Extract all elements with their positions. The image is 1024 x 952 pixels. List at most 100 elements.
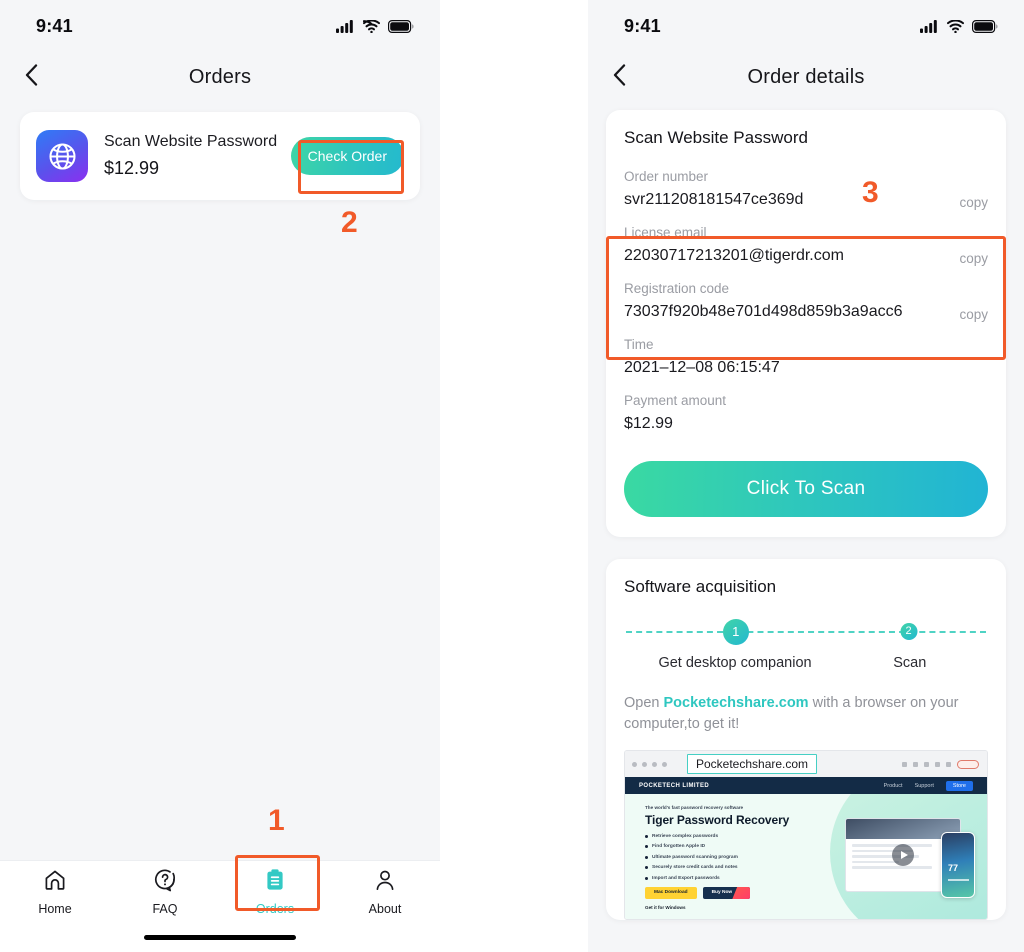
preview-chrome-right-icons: [902, 759, 979, 769]
tab-home[interactable]: Home: [0, 861, 110, 923]
tab-orders[interactable]: Orders: [220, 861, 330, 923]
preview-hero-copy: The world's fast password recovery softw…: [645, 805, 825, 910]
preview-url-bar: Pocketechshare.com: [687, 754, 818, 775]
right-phone-screen: 9:41 Order details Scan Website Password…: [588, 0, 1024, 952]
tab-about[interactable]: About: [330, 861, 440, 923]
preview-feature-text: Securely store credit cards and notes: [652, 865, 738, 871]
wifi-icon: [947, 19, 964, 33]
order-detail-card: Scan Website Password Order number svr21…: [606, 110, 1006, 537]
battery-icon: [972, 19, 998, 33]
click-to-scan-button[interactable]: Click To Scan: [624, 460, 988, 517]
chevron-left-icon: [613, 63, 626, 91]
field-value: 2021–12–08 06:15:47: [624, 359, 780, 377]
home-icon: [43, 868, 67, 897]
preview-feature-text: Ultimate password scanning program: [652, 854, 738, 860]
field-label: Payment amount: [624, 393, 727, 409]
preview-feature-text: Find forgotten Apple ID: [652, 844, 706, 850]
field-label: License email: [624, 225, 707, 241]
preview-feature-text: Import and Export passwords: [652, 875, 720, 881]
bottom-tab-bar: Home FAQ Orders About: [0, 860, 440, 952]
preview-cta-row: Mac Download Buy Now: [645, 886, 825, 899]
page-title-order-details: Order details: [747, 65, 865, 88]
screenshot-root: 9:41 Orders Scan Website Password $12.99…: [0, 0, 1024, 952]
preview-mac-download-button: Mac Download: [645, 886, 697, 899]
acquisition-stepper: 1 2: [626, 618, 986, 645]
order-product-name: Scan Website Password: [104, 133, 278, 151]
preview-kicker: The world's fast password recovery softw…: [645, 805, 744, 811]
preview-buy-now-button: Buy Now: [702, 886, 751, 899]
tab-label-orders: Orders: [255, 902, 295, 916]
play-icon: [892, 844, 914, 867]
preview-feature-item: Find forgotten Apple ID: [645, 844, 825, 849]
tab-label-home: Home: [38, 902, 72, 916]
left-nav-header: Orders: [0, 52, 440, 102]
preview-phone-number: 77: [948, 863, 959, 874]
preview-feature-item: Securely store credit cards and notes: [645, 865, 825, 870]
field-registration-code: Registration code 73037f920b48e701d498d8…: [624, 276, 988, 332]
step-dot-1: 1: [722, 618, 749, 645]
stepper-line: [626, 630, 986, 633]
clipboard-icon: [263, 868, 287, 897]
preview-site-brand: POCKETECH LIMITED: [639, 782, 710, 789]
step-label-2: Scan: [893, 654, 927, 671]
check-order-button[interactable]: Check Order: [290, 137, 404, 175]
step-label-1: Get desktop companion: [658, 654, 812, 671]
preview-feature-item: Retrieve complex passwords: [645, 834, 825, 839]
software-acquisition-card: Software acquisition 1 2 Get desktop com…: [606, 558, 1006, 921]
preview-browser-controls: [632, 761, 667, 767]
page-title-orders: Orders: [188, 65, 252, 88]
preview-phone-mockup: 77: [941, 832, 975, 899]
field-time: Time 2021–12–08 06:15:47: [624, 332, 988, 388]
detail-product-name: Scan Website Password: [624, 128, 808, 147]
pocketechshare-link[interactable]: Pocketechshare.com: [664, 695, 809, 711]
status-icons-right: [920, 19, 998, 33]
order-price: $12.99: [104, 157, 160, 178]
status-time-right: 9:41: [624, 15, 661, 36]
battery-icon: [388, 19, 414, 33]
copy-registration-code-button[interactable]: copy: [959, 307, 988, 323]
status-bar-left: 9:41: [0, 0, 440, 52]
website-preview-image: Pocketechshare.com POCKETECH LIMITED Pro…: [624, 750, 988, 921]
preview-headline: Tiger Password Recovery: [645, 813, 790, 828]
question-icon: [153, 868, 177, 897]
acquisition-title: Software acquisition: [624, 576, 777, 596]
cellular-signal-icon: [920, 19, 939, 33]
field-payment-amount: Payment amount $12.99: [624, 388, 988, 444]
preview-browser-chrome: Pocketechshare.com: [625, 751, 987, 778]
copy-license-email-button[interactable]: copy: [959, 251, 988, 267]
chevron-left-icon: [25, 63, 38, 91]
field-value: 73037f920b48e701d498d859b3a9acc6: [624, 303, 903, 321]
acquisition-note: Open Pocketechshare.com with a browser o…: [624, 693, 988, 737]
preview-phone-bar: [948, 879, 969, 882]
field-value: svr211208181547ce369d: [624, 190, 804, 208]
wifi-icon: [363, 19, 380, 33]
home-indicator: [144, 935, 296, 940]
tab-label-about: About: [368, 902, 402, 916]
copy-order-number-button[interactable]: copy: [959, 195, 988, 211]
tab-faq[interactable]: FAQ: [110, 861, 220, 923]
left-phone-screen: 9:41 Orders Scan Website Password $12.99…: [0, 0, 440, 952]
field-license-email: License email 22030717213201@tigerdr.com…: [624, 220, 988, 276]
field-label: Order number: [624, 169, 709, 184]
preview-site-nav: POCKETECH LIMITED Product Support Store: [625, 777, 987, 795]
order-list-item[interactable]: Scan Website Password $12.99 Check Order: [20, 112, 420, 200]
preview-devices: 77: [845, 818, 975, 899]
field-value: 22030717213201@tigerdr.com: [624, 247, 844, 265]
cellular-signal-icon: [336, 19, 355, 33]
preview-nav-product: Product: [883, 782, 903, 789]
status-icons: [336, 19, 414, 33]
status-bar-right: 9:41: [588, 0, 1024, 52]
order-meta: Scan Website Password $12.99: [88, 130, 291, 181]
back-button-orders[interactable]: [18, 62, 44, 92]
back-button-order-details[interactable]: [606, 62, 632, 92]
tab-label-faq: FAQ: [152, 902, 178, 916]
preview-windows-link: Get it for Windows: [645, 904, 686, 910]
note-prefix: Open: [624, 694, 664, 711]
preview-feature-item: Import and Export passwords: [645, 876, 825, 881]
field-value: $12.99: [624, 415, 673, 433]
step-dot-2: 2: [900, 622, 918, 640]
field-label: Time: [624, 337, 654, 353]
stepper-labels: Get desktop companion Scan: [624, 655, 988, 679]
preview-nav-right: Product Support Store: [883, 780, 973, 791]
field-order-number: Order number svr211208181547ce369d copy: [624, 164, 988, 220]
